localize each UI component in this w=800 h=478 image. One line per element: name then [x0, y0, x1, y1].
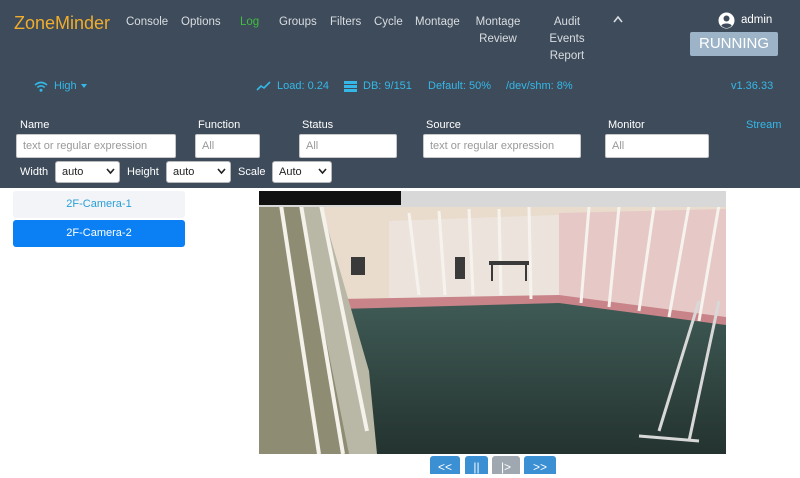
scale-select-value: Auto — [279, 166, 302, 178]
source-filter-input[interactable]: text or regular expression — [423, 134, 581, 158]
top-navbar: ZoneMinder Console Options Log Groups Fi… — [0, 0, 800, 110]
user-menu[interactable]: admin — [718, 11, 772, 29]
function-filter-input[interactable]: All — [195, 134, 260, 158]
collapse-caret-icon[interactable] — [612, 14, 624, 24]
db-connections: DB: 9/151 — [344, 80, 412, 92]
camera-video-feed[interactable] — [259, 191, 726, 454]
video-timestamp-overlay — [259, 191, 401, 205]
status-filter-input[interactable]: All — [299, 134, 397, 158]
rewind-button[interactable]: << — [430, 456, 460, 474]
height-label: Height — [127, 166, 159, 178]
chevron-down-icon — [318, 168, 327, 175]
account-circle-icon — [718, 12, 735, 28]
width-select[interactable]: auto — [55, 161, 120, 183]
bandwidth-dropdown[interactable]: High — [34, 80, 88, 92]
stream-link[interactable]: Stream — [746, 119, 781, 131]
nav-audit-events-report[interactable]: Audit Events Report — [545, 14, 589, 65]
pause-button[interactable]: || — [465, 456, 488, 474]
width-label: Width — [20, 166, 49, 178]
chevron-down-icon — [217, 168, 226, 175]
version-label[interactable]: v1.36.33 — [731, 80, 773, 92]
nav-groups[interactable]: Groups — [279, 14, 317, 31]
play-button[interactable]: |> — [492, 456, 520, 474]
nav-montage[interactable]: Montage — [415, 14, 460, 31]
nav-log[interactable]: Log — [240, 14, 259, 31]
chevron-down-icon — [106, 168, 115, 175]
nav-montage-review[interactable]: Montage Review — [471, 14, 525, 48]
source-filter-label: Source — [426, 119, 461, 131]
monitor-filter-input[interactable]: All — [605, 134, 709, 158]
scale-select[interactable]: Auto — [272, 161, 332, 183]
trend-chart-icon — [256, 81, 271, 91]
nav-cycle[interactable]: Cycle — [374, 14, 403, 31]
fast-forward-button[interactable]: >> — [524, 456, 556, 474]
chevron-down-icon — [80, 84, 87, 88]
camera-list-item[interactable]: 2F-Camera-1 — [13, 191, 185, 218]
height-select-value: auto — [173, 166, 195, 178]
camera-frame-image — [259, 191, 726, 454]
function-filter-label: Function — [198, 119, 241, 131]
load-value: Load: 0.24 — [277, 80, 329, 92]
default-storage: Default: 50% — [428, 80, 491, 92]
shm-usage: /dev/shm: 8% — [506, 80, 573, 92]
monitor-filter-label: Monitor — [608, 119, 645, 131]
nav-filters[interactable]: Filters — [330, 14, 361, 31]
nav-options[interactable]: Options — [181, 14, 221, 31]
camera-list-item-selected[interactable]: 2F-Camera-2 — [13, 220, 185, 247]
camera-list: 2F-Camera-1 2F-Camera-2 — [13, 191, 185, 249]
running-state-button[interactable]: RUNNING — [690, 32, 778, 56]
brand-logo[interactable]: ZoneMinder — [14, 13, 110, 34]
db-value: DB: 9/151 — [363, 80, 412, 92]
height-select[interactable]: auto — [166, 161, 231, 183]
width-select-value: auto — [62, 166, 84, 178]
system-load: Load: 0.24 — [256, 80, 329, 92]
nav-console[interactable]: Console — [126, 14, 168, 31]
scale-label: Scale — [238, 166, 266, 178]
name-filter-input[interactable]: text or regular expression — [16, 134, 176, 158]
database-icon — [344, 80, 357, 92]
bandwidth-label: High — [54, 80, 77, 92]
wifi-icon — [34, 81, 48, 92]
username: admin — [741, 14, 773, 26]
status-filter-label: Status — [302, 119, 334, 131]
name-filter-label: Name — [20, 119, 50, 131]
